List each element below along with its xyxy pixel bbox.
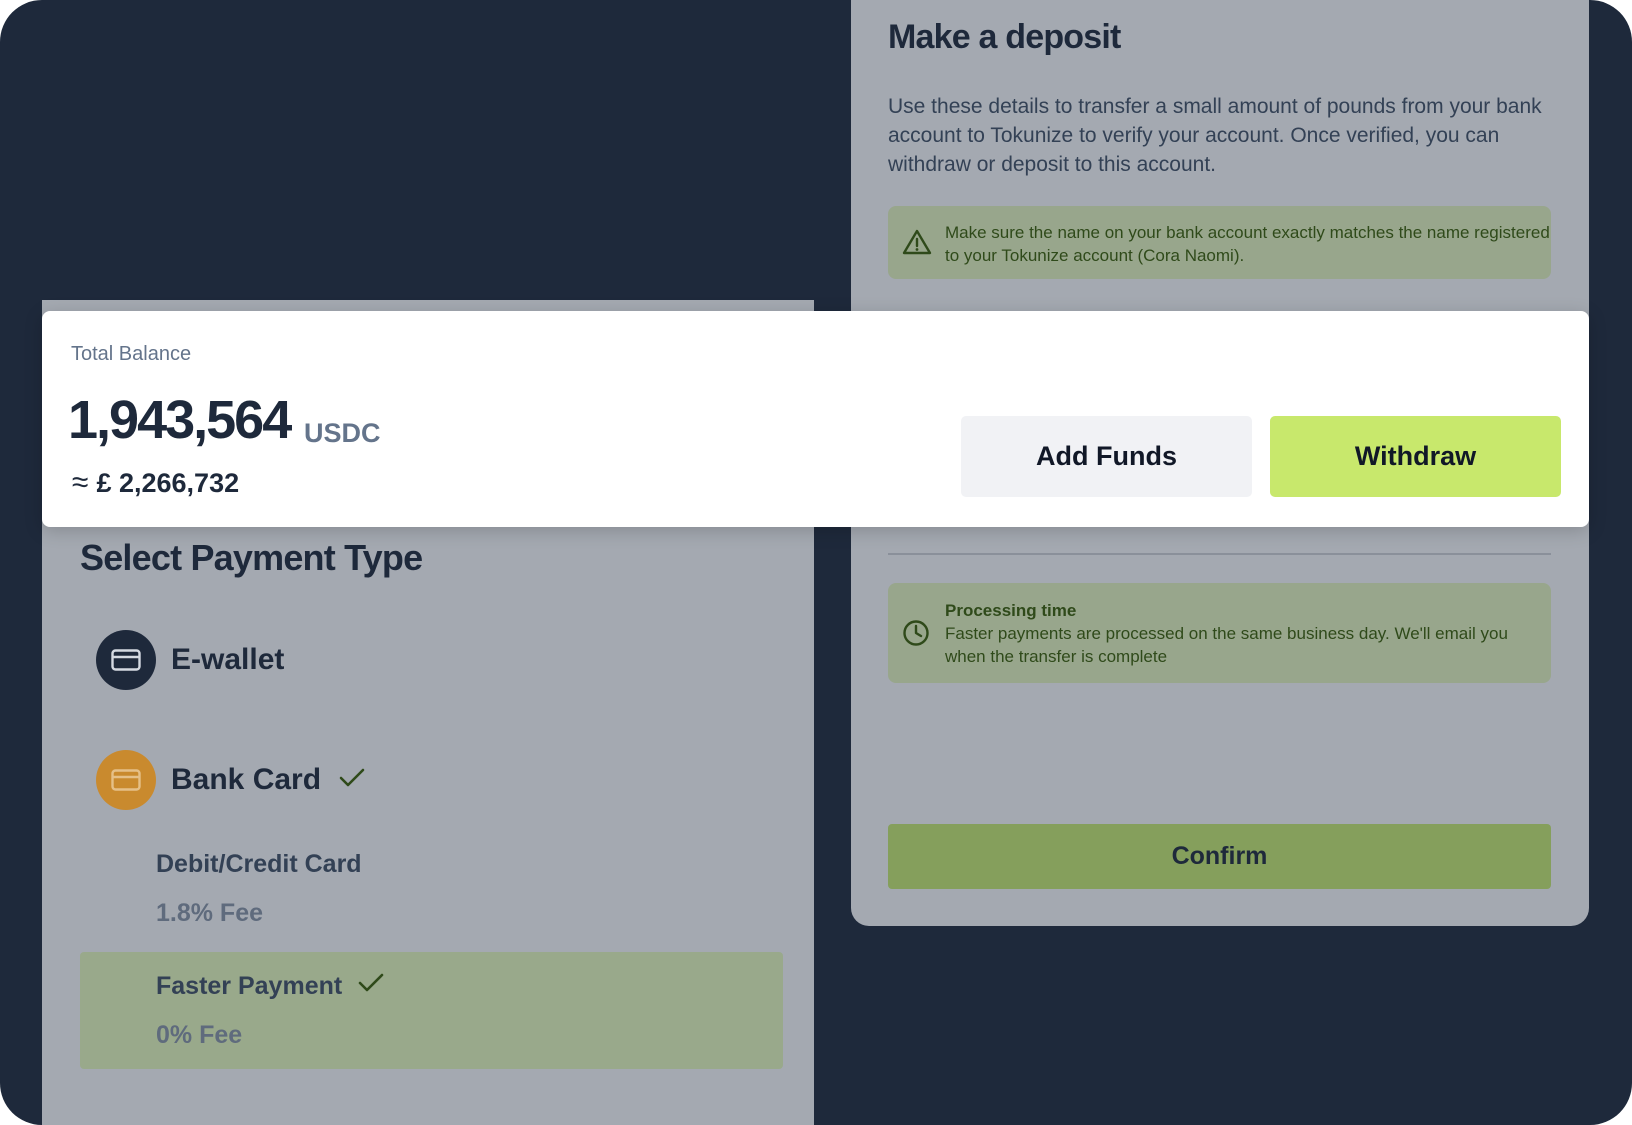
faster-payment-option[interactable]: [80, 952, 783, 1069]
payment-method-bank-card[interactable]: Bank Card: [96, 750, 365, 810]
approx-value: £ 2,266,732: [96, 467, 240, 498]
total-balance-label: Total Balance: [71, 343, 192, 365]
card-icon: [111, 649, 141, 671]
name-warning-notice: Make sure the name on your bank account …: [888, 206, 1551, 279]
add-funds-button[interactable]: Add Funds: [961, 416, 1252, 497]
bank-card-label: Bank Card: [171, 763, 322, 796]
processing-text-block: Processing time Faster payments are proc…: [945, 599, 1551, 668]
faster-payment-label: Faster Payment: [156, 972, 343, 1000]
payment-method-ewallet[interactable]: E-wallet: [96, 630, 284, 690]
processing-time-notice: Processing time Faster payments are proc…: [888, 583, 1551, 683]
balance-unit: USDC: [304, 418, 381, 448]
processing-title: Processing time: [945, 601, 1077, 620]
ewallet-icon-circle: [96, 630, 156, 690]
debit-credit-card-option[interactable]: Debit/Credit Card: [156, 850, 362, 879]
check-icon: [339, 768, 365, 793]
balance-amount: 1,943,564: [68, 390, 292, 450]
ewallet-label: E-wallet: [171, 643, 285, 676]
approx-icon: ≈: [72, 466, 89, 499]
card-icon: [111, 769, 141, 791]
confirm-button[interactable]: Confirm: [888, 824, 1551, 889]
payment-type-title: Select Payment Type: [80, 537, 423, 578]
processing-text: Faster payments are processed on the sam…: [945, 624, 1508, 666]
warning-text: Make sure the name on your bank account …: [945, 223, 1550, 265]
bank-card-icon-circle: [96, 750, 156, 810]
deposit-title: Make a deposit: [888, 18, 1121, 56]
deposit-description: Use these details to transfer a small am…: [888, 95, 1542, 176]
debit-credit-card-fee: 1.8% Fee: [156, 899, 264, 927]
app-canvas: Make a deposit Use these details to tran…: [0, 0, 1632, 1125]
divider: [888, 553, 1551, 555]
clock-icon: [902, 619, 930, 652]
warning-icon: [902, 228, 932, 261]
check-icon: [358, 973, 384, 998]
withdraw-button[interactable]: Withdraw: [1270, 416, 1561, 497]
faster-payment-fee: 0% Fee: [156, 1021, 243, 1049]
balance-approx: ≈ £ 2,266,732: [72, 466, 239, 500]
